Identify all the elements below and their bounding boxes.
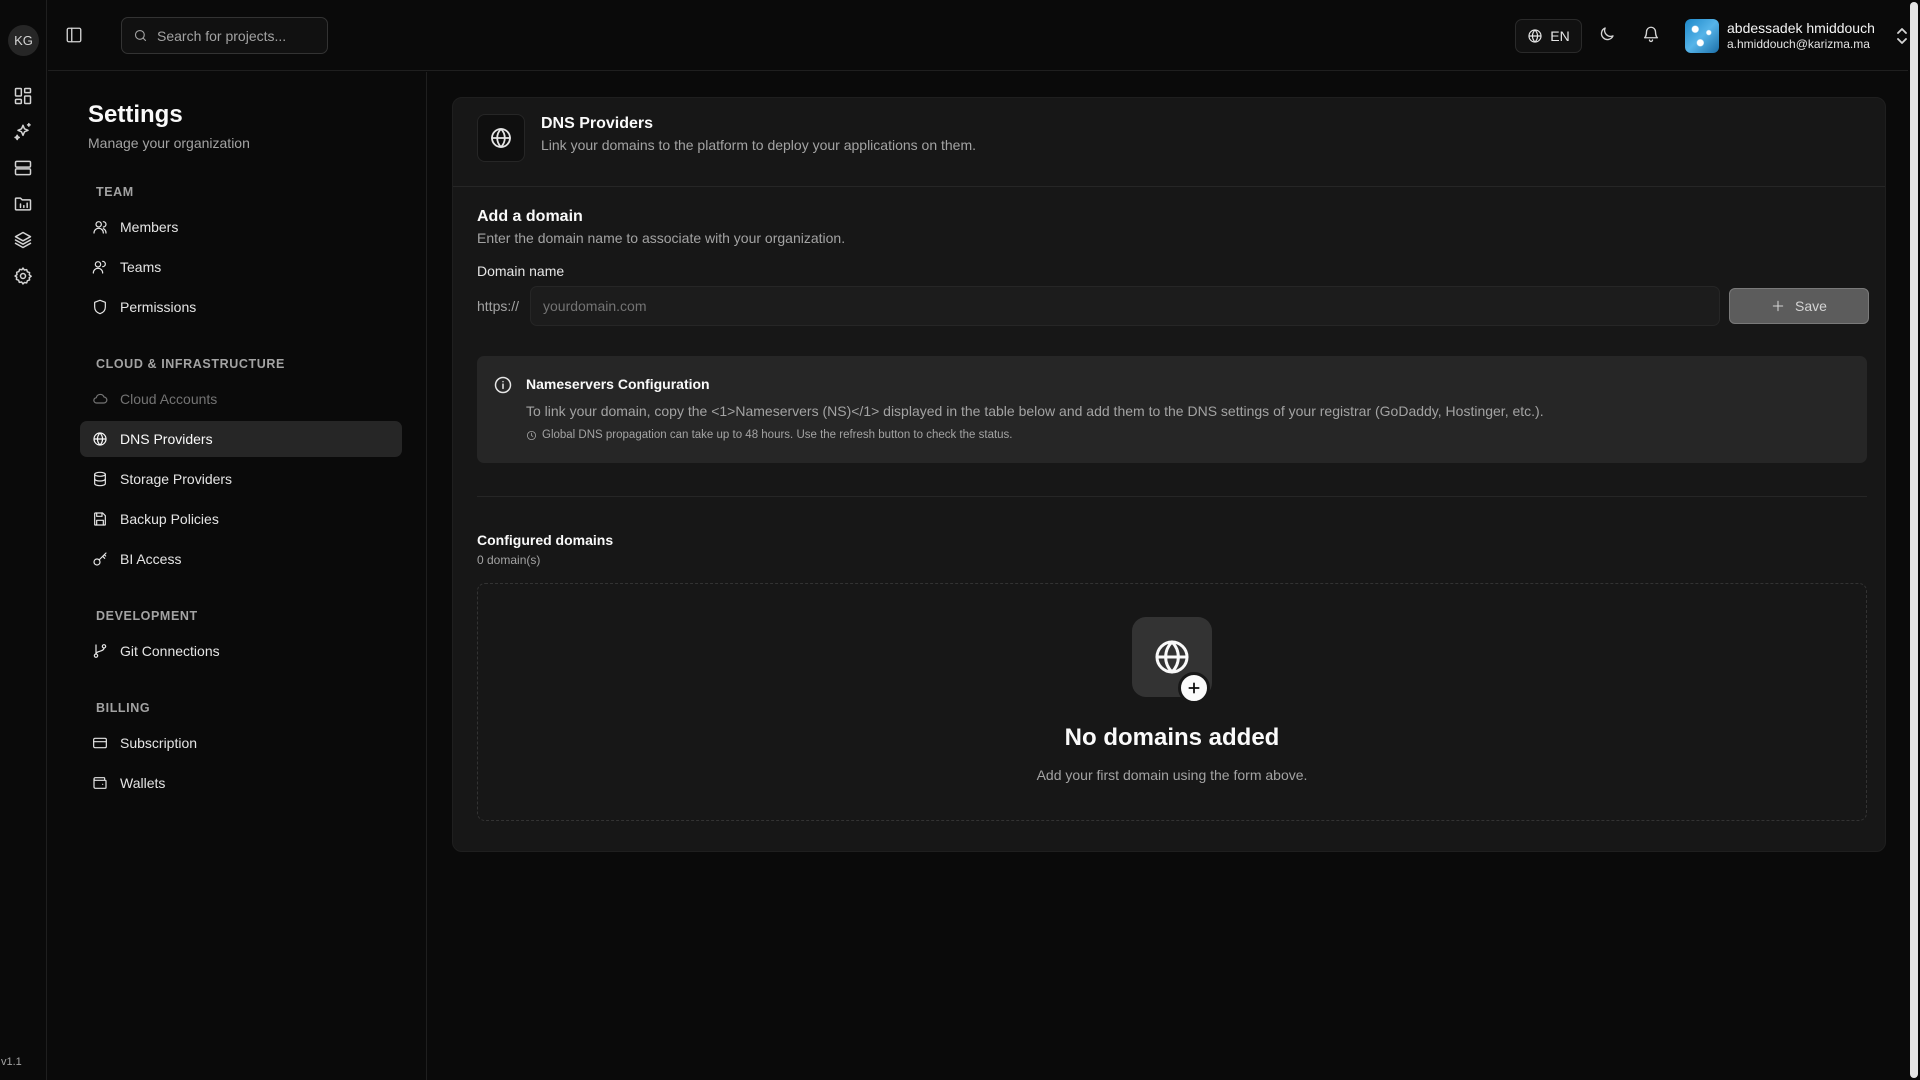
- scrollbar-thumb[interactable]: [1910, 2, 1918, 1078]
- topbar: EN abdessadek hmiddouch a.hmiddouch@kari…: [48, 0, 1920, 71]
- info-title: Nameservers Configuration: [526, 376, 710, 392]
- plus-icon: [1178, 672, 1210, 704]
- cloud-icon: [92, 391, 108, 407]
- section-development: DEVELOPMENT: [96, 609, 198, 623]
- sidebar-item-wallets[interactable]: Wallets: [80, 765, 402, 801]
- sidebar-item-subscription[interactable]: Subscription: [80, 725, 402, 761]
- scrollbar[interactable]: [1908, 0, 1920, 1080]
- clock-icon: [526, 430, 537, 441]
- layers-icon[interactable]: [13, 230, 33, 250]
- folder-icon[interactable]: [13, 194, 33, 214]
- app-rail: KG v1.1: [0, 0, 47, 1080]
- user-email: a.hmiddouch@karizma.ma: [1727, 37, 1870, 51]
- language-label: EN: [1550, 28, 1570, 44]
- sidebar-item-backup-policies[interactable]: Backup Policies: [80, 501, 402, 537]
- domain-name-label: Domain name: [477, 263, 565, 279]
- add-domain-subtitle: Enter the domain name to associate with …: [477, 230, 846, 246]
- save-button[interactable]: Save: [1729, 288, 1869, 324]
- main-content: DNS Providers Link your domains to the p…: [428, 72, 1920, 1080]
- section-team: TEAM: [96, 185, 134, 199]
- empty-state-title: No domains added: [1064, 724, 1280, 751]
- search-input[interactable]: [157, 27, 317, 44]
- sidebar-item-cloud-accounts[interactable]: Cloud Accounts: [80, 381, 402, 417]
- sidebar-item-label: Storage Providers: [120, 471, 233, 487]
- project-search[interactable]: [121, 17, 328, 54]
- user-name: abdessadek hmiddouch: [1727, 20, 1875, 36]
- save-button-label: Save: [1795, 298, 1827, 314]
- card-header: DNS Providers Link your domains to the p…: [453, 98, 1885, 187]
- empty-state-subtitle: Add your first domain using the form abo…: [1036, 767, 1308, 783]
- page-title: Settings: [88, 101, 183, 128]
- shield-icon: [92, 299, 108, 315]
- nameservers-info-box: Nameservers Configuration To link your d…: [477, 356, 1867, 463]
- app-version: v1.1: [1, 1056, 22, 1068]
- add-domain-title: Add a domain: [477, 208, 583, 225]
- sidebar-toggle-icon[interactable]: [65, 26, 83, 44]
- sidebar-item-git-connections[interactable]: Git Connections: [80, 633, 402, 669]
- users-icon: [92, 259, 108, 275]
- globe-icon: [1527, 28, 1543, 44]
- info-icon: [493, 375, 513, 395]
- url-prefix: https://: [477, 298, 520, 314]
- dns-providers-card: DNS Providers Link your domains to the p…: [452, 97, 1886, 852]
- database-icon: [92, 471, 108, 487]
- avatar: [1685, 19, 1719, 53]
- sidebar-item-permissions[interactable]: Permissions: [80, 289, 402, 325]
- plus-icon: [1771, 299, 1785, 313]
- sidebar-item-label: Subscription: [120, 735, 198, 751]
- key-icon: [92, 551, 108, 567]
- info-note-text: Global DNS propagation can take up to 48…: [542, 429, 1013, 441]
- sidebar-item-label: Backup Policies: [120, 511, 219, 527]
- save-icon: [92, 511, 108, 527]
- section-cloud-infrastructure: CLOUD & INFRASTRUCTURE: [96, 357, 285, 371]
- page-subtitle: Manage your organization: [88, 135, 250, 151]
- user-menu[interactable]: abdessadek hmiddouch a.hmiddouch@karizma…: [1685, 18, 1909, 54]
- sidebar-item-members[interactable]: Members: [80, 209, 402, 245]
- divider: [477, 496, 1867, 497]
- moon-icon[interactable]: [1598, 25, 1618, 45]
- sidebar-item-dns-providers[interactable]: DNS Providers: [80, 421, 402, 457]
- sparkles-icon[interactable]: [13, 122, 33, 142]
- credit-card-icon: [92, 735, 108, 751]
- globe-icon: [477, 114, 525, 162]
- sidebar-item-label: DNS Providers: [120, 431, 213, 447]
- configured-domains-title: Configured domains: [477, 532, 614, 548]
- sidebar-item-label: Teams: [120, 259, 162, 275]
- sidebar-item-label: Members: [120, 219, 179, 235]
- card-subtitle: Link your domains to the platform to dep…: [541, 137, 977, 153]
- info-note: Global DNS propagation can take up to 48…: [526, 429, 1013, 441]
- settings-icon[interactable]: [13, 266, 33, 286]
- domain-name-input[interactable]: [530, 286, 1720, 326]
- sidebar-item-storage-providers[interactable]: Storage Providers: [80, 461, 402, 497]
- server-icon[interactable]: [13, 158, 33, 178]
- wallet-icon: [92, 775, 108, 791]
- section-billing: BILLING: [96, 701, 151, 715]
- chevrons-up-down-icon: [1895, 27, 1909, 45]
- settings-sidebar: Settings Manage your organization TEAM M…: [48, 72, 427, 1080]
- search-icon: [133, 28, 148, 43]
- configured-domains-count: 0 domain(s): [477, 553, 541, 567]
- language-switcher[interactable]: EN: [1515, 19, 1582, 53]
- sidebar-item-bi-access[interactable]: BI Access: [80, 541, 402, 577]
- info-text: To link your domain, copy the <1>Nameser…: [526, 403, 1544, 419]
- git-branch-icon: [92, 643, 108, 659]
- bell-icon[interactable]: [1642, 25, 1662, 45]
- empty-state: No domains added Add your first domain u…: [477, 583, 1867, 821]
- sidebar-item-label: Git Connections: [120, 643, 220, 659]
- sidebar-item-label: Wallets: [120, 775, 166, 791]
- sidebar-item-label: Cloud Accounts: [120, 391, 218, 407]
- sidebar-item-teams[interactable]: Teams: [80, 249, 402, 285]
- card-title: DNS Providers: [541, 115, 654, 132]
- user-icon: [92, 219, 108, 235]
- dashboard-icon[interactable]: [13, 86, 33, 106]
- org-avatar[interactable]: KG: [8, 25, 39, 56]
- globe-icon: [92, 431, 108, 447]
- sidebar-item-label: BI Access: [120, 551, 182, 567]
- sidebar-item-label: Permissions: [120, 299, 197, 315]
